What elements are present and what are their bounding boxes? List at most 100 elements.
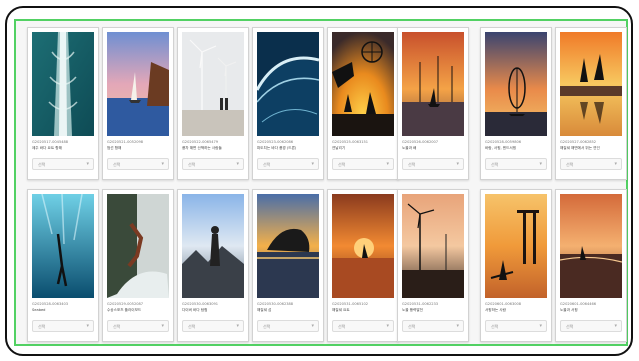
image-thumbnail[interactable] <box>332 194 394 298</box>
image-code: G2020527-0062852 <box>560 140 597 144</box>
image-card[interactable]: G2020530-0062388 해질녘 섬 선택 ▾ <box>252 189 324 342</box>
image-title: 노을과 배 <box>402 146 417 150</box>
image-title: 해질녘 해변에서 뛰는 연인 <box>560 146 600 150</box>
image-thumbnail[interactable] <box>32 32 94 136</box>
category-select[interactable]: 선택 ▾ <box>485 158 547 170</box>
category-select[interactable]: 선택 ▾ <box>182 320 244 332</box>
image-title: Seabed <box>32 308 46 312</box>
chevron-down-icon: ▾ <box>386 161 389 167</box>
image-card[interactable]: G2020528-0059806 바람, 서핑, 윈드서핑 선택 ▾ <box>480 27 552 180</box>
image-thumbnail[interactable] <box>107 194 169 298</box>
select-value: 선택 <box>263 162 271 167</box>
image-title: 풍차 해변 산책하는 사람들 <box>182 146 222 150</box>
category-select[interactable]: 선택 ▾ <box>257 158 319 170</box>
category-select[interactable]: 선택 ▾ <box>402 158 464 170</box>
image-code: G2020526-0062007 <box>402 140 439 144</box>
image-card[interactable]: G2020517-0045488 제주 바다 요트 항해 선택 ▾ <box>27 27 99 180</box>
chevron-down-icon: ▾ <box>311 323 314 329</box>
image-card[interactable]: G2020522-0065479 풍차 해변 산책하는 사람들 선택 ▾ <box>177 27 249 180</box>
select-value: 선택 <box>188 162 196 167</box>
image-thumbnail[interactable] <box>107 32 169 136</box>
chevron-down-icon: ▾ <box>161 323 164 329</box>
image-title: 연날리기 <box>332 146 346 150</box>
chevron-down-icon: ▾ <box>539 161 542 167</box>
image-card[interactable]: G2020526-0062007 노을과 배 선택 ▾ <box>397 27 469 180</box>
image-card[interactable]: G2020531-0065102 해질녘 요트 선택 ▾ <box>327 189 399 342</box>
image-code: G2020517-0045488 <box>32 140 69 144</box>
image-title: 제주 바다 요트 항해 <box>32 146 62 150</box>
category-select[interactable]: 선택 ▾ <box>332 158 394 170</box>
category-select[interactable]: 선택 ▾ <box>107 320 169 332</box>
select-value: 선택 <box>491 162 499 167</box>
select-value: 선택 <box>38 324 46 329</box>
image-thumbnail[interactable] <box>332 32 394 136</box>
category-select[interactable]: 선택 ▾ <box>485 320 547 332</box>
image-thumbnail[interactable] <box>560 32 622 136</box>
image-card[interactable]: G2020527-0062852 해질녘 해변에서 뛰는 연인 선택 ▾ <box>555 27 627 180</box>
image-thumbnail[interactable] <box>485 194 547 298</box>
image-card[interactable]: G2020531-0062233 노을 풍력발전 선택 ▾ <box>397 189 469 342</box>
image-title: 다이버 바다 탐험 <box>182 308 208 312</box>
select-value: 선택 <box>113 162 121 167</box>
image-code: G2020601-0063008 <box>485 302 522 306</box>
image-card[interactable]: G2020601-0064466 노을과 서핑 선택 ▾ <box>555 189 627 342</box>
chevron-down-icon: ▾ <box>236 323 239 329</box>
category-select[interactable]: 선택 ▾ <box>402 320 464 332</box>
chevron-down-icon: ▾ <box>456 323 459 329</box>
image-thumbnail[interactable] <box>257 32 319 136</box>
select-value: 선택 <box>113 324 121 329</box>
image-thumbnail[interactable] <box>402 32 464 136</box>
image-card[interactable]: G2020530-0063091 다이버 바다 탐험 선택 ▾ <box>177 189 249 342</box>
image-card[interactable]: G2020521-0052098 범선 항해 선택 ▾ <box>102 27 174 180</box>
category-select[interactable]: 선택 ▾ <box>257 320 319 332</box>
image-title: 파도치는 바다 풍경 (드론) <box>257 146 297 150</box>
image-thumbnail[interactable] <box>32 194 94 298</box>
category-select[interactable]: 선택 ▾ <box>182 158 244 170</box>
image-thumbnail[interactable] <box>560 194 622 298</box>
image-code: G2020529-0052087 <box>107 302 144 306</box>
image-card[interactable]: G2020601-0063008 서핑하는 사람 선택 ▾ <box>480 189 552 342</box>
select-value: 선택 <box>263 324 271 329</box>
image-code: G2020522-0065479 <box>182 140 219 144</box>
image-title: 노을과 서핑 <box>560 308 578 312</box>
image-card[interactable]: G2020523-0062086 파도치는 바다 풍경 (드론) 선택 ▾ <box>252 27 324 180</box>
image-title: 서핑하는 사람 <box>485 308 506 312</box>
category-select[interactable]: 선택 ▾ <box>560 320 622 332</box>
chevron-down-icon: ▾ <box>539 323 542 329</box>
image-title: 해질녘 섬 <box>257 308 272 312</box>
image-code: G2020523-0062086 <box>257 140 294 144</box>
select-value: 선택 <box>408 324 416 329</box>
category-select[interactable]: 선택 ▾ <box>332 320 394 332</box>
chevron-down-icon: ▾ <box>161 161 164 167</box>
chevron-down-icon: ▾ <box>236 161 239 167</box>
chevron-down-icon: ▾ <box>614 161 617 167</box>
image-thumbnail[interactable] <box>485 32 547 136</box>
image-code: G2020525-0063151 <box>332 140 369 144</box>
chevron-down-icon: ▾ <box>86 323 89 329</box>
chevron-down-icon: ▾ <box>614 323 617 329</box>
image-code: G2020530-0063091 <box>182 302 219 306</box>
category-select[interactable]: 선택 ▾ <box>32 158 94 170</box>
image-code: G2020531-0062233 <box>402 302 439 306</box>
category-select[interactable]: 선택 ▾ <box>107 158 169 170</box>
image-title: 수상스포츠 플라이보드 <box>107 308 142 312</box>
category-select[interactable]: 선택 ▾ <box>560 158 622 170</box>
image-thumbnail[interactable] <box>182 32 244 136</box>
category-select[interactable]: 선택 ▾ <box>32 320 94 332</box>
select-value: 선택 <box>188 324 196 329</box>
select-value: 선택 <box>338 162 346 167</box>
image-code: G2020601-0064466 <box>560 302 597 306</box>
image-thumbnail[interactable] <box>182 194 244 298</box>
image-title: 범선 항해 <box>107 146 122 150</box>
select-value: 선택 <box>38 162 46 167</box>
select-value: 선택 <box>566 324 574 329</box>
image-code: G2020528-0063403 <box>32 302 69 306</box>
image-title: 해질녘 요트 <box>332 308 350 312</box>
chevron-down-icon: ▾ <box>386 323 389 329</box>
image-card[interactable]: G2020529-0052087 수상스포츠 플라이보드 선택 ▾ <box>102 189 174 342</box>
image-thumbnail[interactable] <box>257 194 319 298</box>
image-card[interactable]: G2020525-0063151 연날리기 선택 ▾ <box>327 27 399 180</box>
image-thumbnail[interactable] <box>402 194 464 298</box>
image-card[interactable]: G2020528-0063403 Seabed 선택 ▾ <box>27 189 99 342</box>
chevron-down-icon: ▾ <box>311 161 314 167</box>
